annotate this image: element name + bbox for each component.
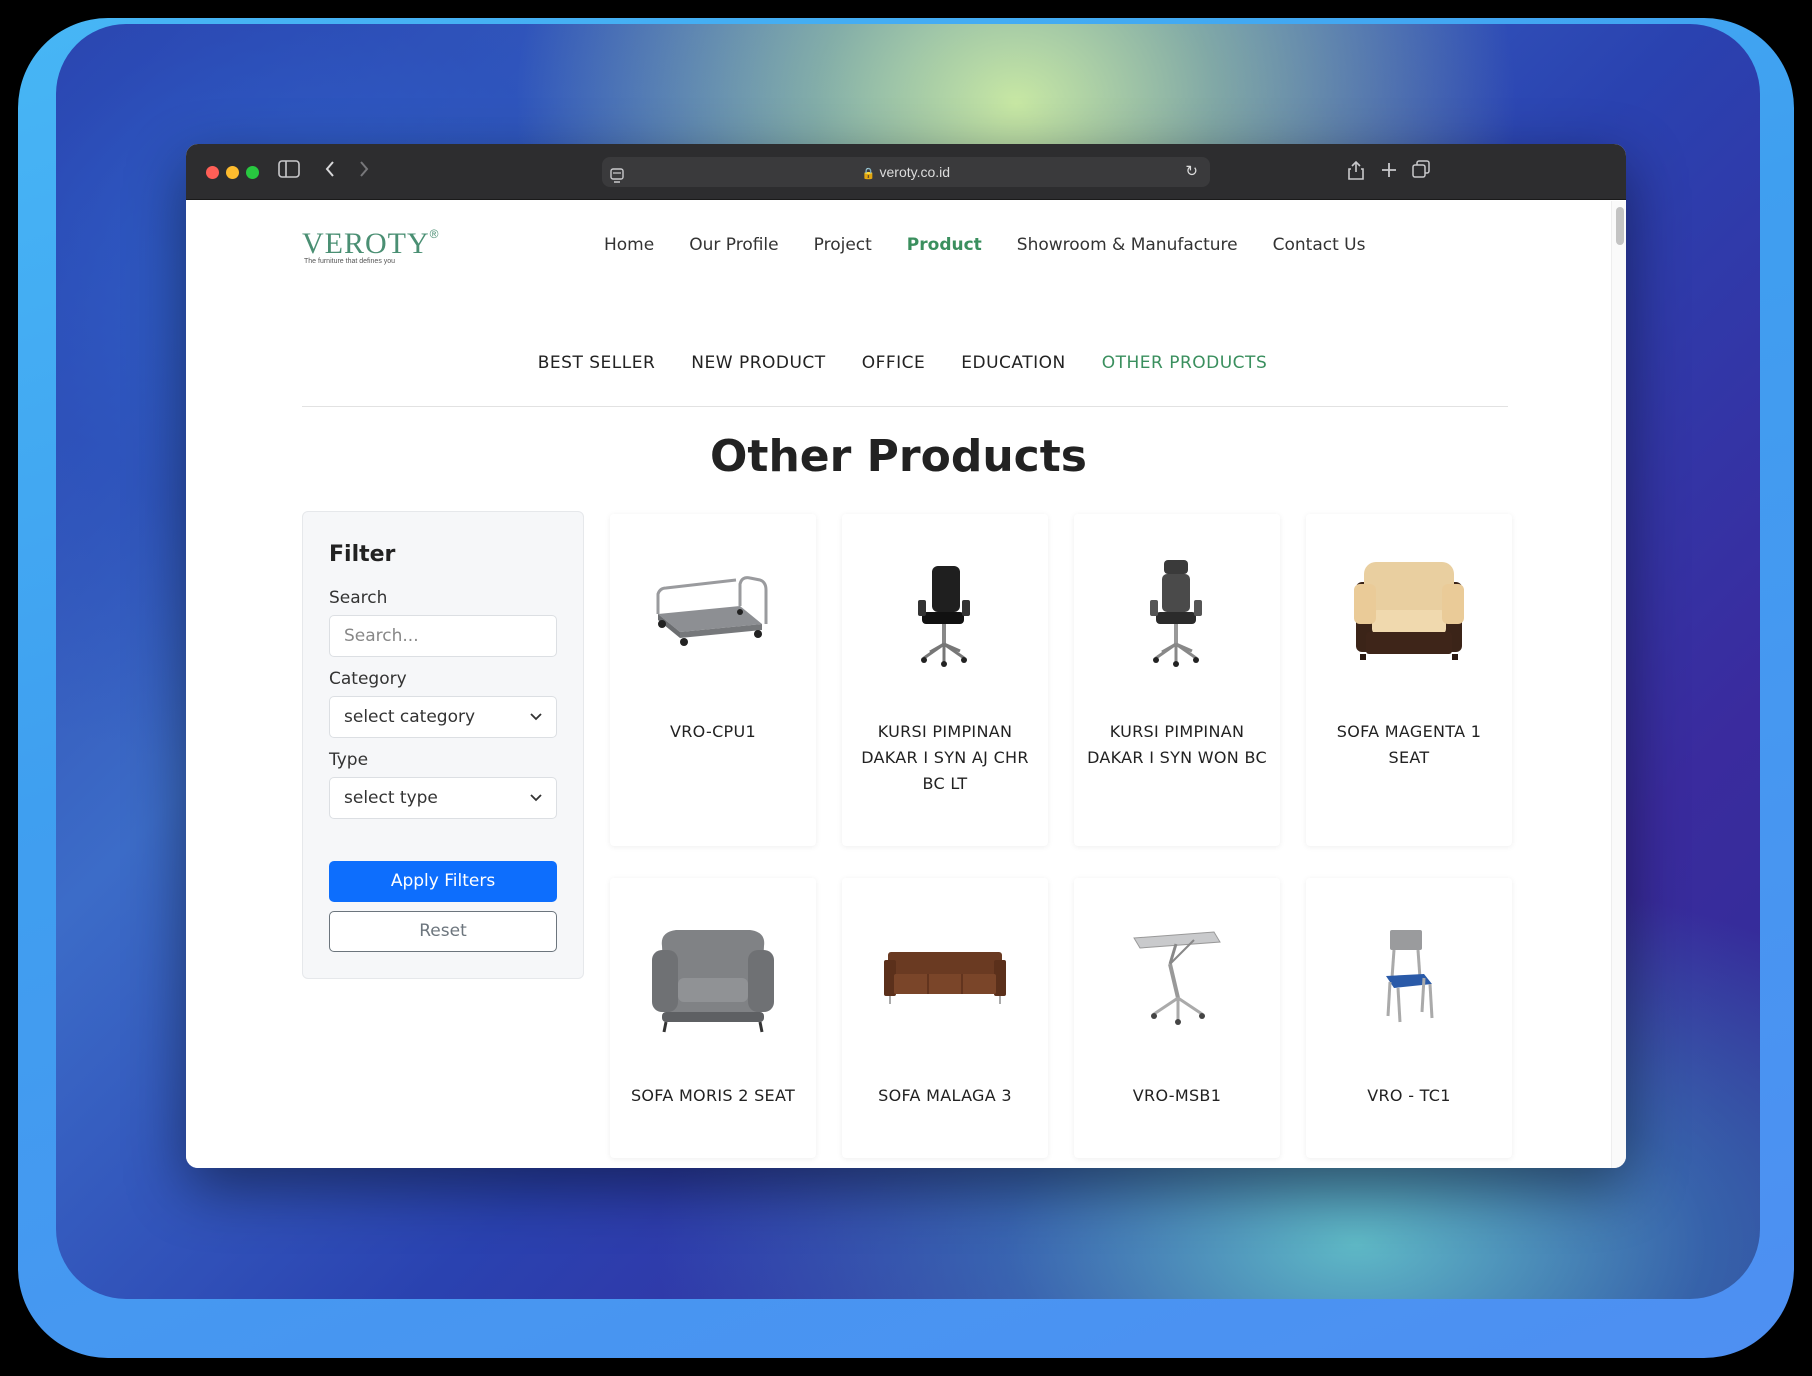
type-select[interactable]: select type [329,777,557,819]
type-select-value: select type [344,788,438,808]
reset-button[interactable]: Reset [329,911,557,952]
product-card[interactable]: VRO-CPU1 [610,514,816,846]
address-bar[interactable]: 🔒 veroty.co.id ↻ [602,157,1210,187]
minimize-window-button[interactable] [226,166,239,179]
site-logo[interactable]: VEROTY® The furniture that defines you [302,227,439,265]
chevron-down-icon [530,697,542,753]
tabs-divider [302,406,1508,407]
product-name: KURSI PIMPINAN DAKAR I SYN WON BC [1087,722,1267,767]
armchair-icon [610,878,816,1088]
lock-icon: 🔒 [861,168,876,180]
nav-project[interactable]: Project [814,235,872,255]
forward-icon[interactable] [358,160,370,184]
url-text: veroty.co.id [879,164,951,180]
tab-new-product[interactable]: NEW PRODUCT [691,353,825,373]
nav-our-profile[interactable]: Our Profile [689,235,778,255]
share-icon[interactable] [1348,160,1364,186]
product-name: VRO-CPU1 [670,722,756,741]
logo-registered-mark: ® [429,227,439,241]
filter-title: Filter [329,542,396,567]
page-scrollbar[interactable] [1611,201,1626,1168]
product-card[interactable]: SOFA MALAGA 3 [842,878,1048,1158]
page-title: Other Products [710,431,1087,482]
category-select-value: select category [344,707,476,727]
tab-overview-icon[interactable] [1412,160,1430,184]
product-card[interactable]: KURSI PIMPINAN DAKAR I SYN AJ CHR BC LT [842,514,1048,846]
trolley-icon [610,514,816,724]
tab-other-products[interactable]: OTHER PRODUCTS [1102,353,1268,373]
browser-toolbar: 🔒 veroty.co.id ↻ [186,144,1626,200]
chevron-down-icon [530,778,542,834]
product-card[interactable]: SOFA MORIS 2 SEAT [610,878,816,1158]
filter-panel: Filter Search Category select category T… [302,511,584,979]
new-tab-icon[interactable] [1381,160,1397,184]
tab-education[interactable]: EDUCATION [961,353,1065,373]
page-menu-icon[interactable] [610,164,624,194]
maximize-window-button[interactable] [246,166,259,179]
apply-filters-button[interactable]: Apply Filters [329,861,557,902]
browser-window: 🔒 veroty.co.id ↻ VEROTY® The furniture t… [186,144,1626,1168]
category-tabs: BEST SELLER NEW PRODUCT OFFICE EDUCATION… [186,353,1611,373]
product-name: SOFA MORIS 2 SEAT [630,1086,796,1105]
product-card[interactable]: VRO-MSB1 [1074,878,1280,1158]
logo-text: VEROTY [302,227,430,260]
tab-office[interactable]: OFFICE [862,353,926,373]
sidebar-toggle-icon[interactable] [278,160,300,184]
search-label: Search [329,588,388,608]
back-icon[interactable] [324,160,336,184]
nav-showroom-manufacture[interactable]: Showroom & Manufacture [1017,235,1238,255]
product-name: KURSI PIMPINAN DAKAR I SYN AJ CHR BC LT [861,722,1029,793]
close-window-button[interactable] [206,166,219,179]
product-name: SOFA MAGENTA 1 SEAT [1336,722,1482,767]
product-name: VRO - TC1 [1367,1086,1451,1105]
web-page: VEROTY® The furniture that defines you H… [186,201,1611,1168]
standing-table-icon [1074,878,1280,1088]
product-name: SOFA MALAGA 3 [878,1086,1012,1105]
search-input[interactable] [329,615,557,657]
product-card[interactable]: KURSI PIMPINAN DAKAR I SYN WON BC [1074,514,1280,846]
office-chair-icon [1074,514,1280,724]
category-select[interactable]: select category [329,696,557,738]
tab-best-seller[interactable]: BEST SELLER [538,353,656,373]
category-label: Category [329,669,407,689]
reload-icon[interactable]: ↻ [1185,157,1198,187]
product-name: VRO-MSB1 [1132,1086,1222,1105]
nav-contact-us[interactable]: Contact Us [1273,235,1366,255]
type-label: Type [329,750,369,770]
nav-home[interactable]: Home [604,235,654,255]
nav-product[interactable]: Product [907,235,982,255]
armchair-icon [1306,514,1512,724]
product-card[interactable]: VRO - TC1 [1306,878,1512,1158]
sofa-icon [842,878,1048,1088]
office-chair-icon [842,514,1048,724]
chair-icon [1306,878,1512,1088]
product-card[interactable]: SOFA MAGENTA 1 SEAT [1306,514,1512,846]
main-nav: Home Our Profile Project Product Showroo… [604,235,1365,255]
scrollbar-thumb[interactable] [1616,207,1624,245]
